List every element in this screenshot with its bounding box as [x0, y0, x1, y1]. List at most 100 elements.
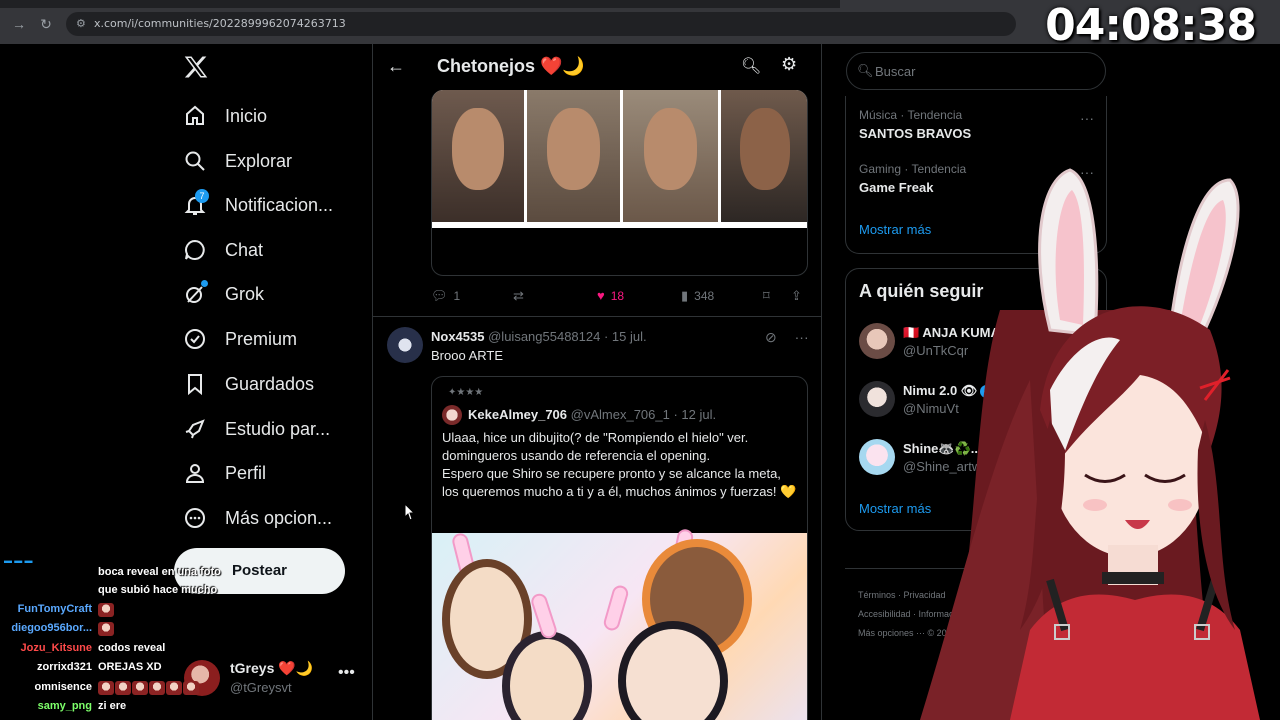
nav-label: Explorar	[225, 150, 293, 171]
rocket-icon	[183, 417, 207, 441]
tweet-actions: 💬︎ 1 ⇄ ♥ 18 ▮ 348 ⌑ ⇪	[431, 288, 808, 306]
chat-username: samy_png	[37, 700, 92, 712]
emote-icon	[98, 681, 114, 695]
account-name: tGreys ❤️🌙	[230, 660, 314, 676]
tweet-text: Brooo ARTE	[431, 348, 504, 363]
views-icon: ▮	[681, 288, 689, 303]
chat-username: zorrixd321	[36, 661, 92, 673]
account-handle: @tGreysvt	[230, 680, 292, 695]
chat-text: codos reveal	[98, 642, 166, 654]
stream-timer: 04:08:38	[1045, 0, 1257, 51]
trend-item[interactable]: Música · Tendencia SANTOS BRAVOS	[859, 108, 971, 141]
search-input[interactable]: 🔍︎ Buscar	[846, 52, 1106, 90]
chat-emotes	[98, 622, 115, 636]
like-count: 18	[610, 288, 625, 303]
grok-icon[interactable]: ⊘	[765, 329, 777, 345]
new-dot	[201, 280, 208, 287]
nav-notifications[interactable]: 7 Notificacion...	[183, 189, 333, 220]
verified-badge-icon	[183, 327, 207, 351]
emote-icon	[183, 681, 199, 695]
quote-text: Ulaaa, hice un dibujito(? de "Rompiendo …	[442, 430, 797, 499]
bookmark-button[interactable]: ⌑	[763, 288, 776, 304]
nav-explore[interactable]: Explorar	[183, 146, 292, 176]
quote-date: · 12 jul.	[673, 407, 717, 422]
nav-label: Grok	[225, 283, 265, 304]
chat-text: OREJAS XD	[98, 661, 162, 673]
nav-label: Premium	[225, 328, 298, 349]
reply-count: 1	[453, 289, 461, 303]
nav-more[interactable]: Más opcion...	[183, 503, 332, 533]
bookmark-icon: ⌑	[763, 288, 770, 303]
chat-username: diegoo956bor...	[11, 622, 92, 634]
bookmark-icon	[183, 372, 207, 396]
heart-icon: ♥	[597, 288, 605, 303]
home-icon	[183, 104, 207, 128]
reload-icon[interactable]: ↻	[38, 16, 54, 32]
nav-label: Guardados	[225, 373, 315, 394]
reply-button[interactable]: 💬︎ 1	[431, 288, 460, 304]
photo-collage	[432, 90, 807, 228]
nav-label: Más opcion...	[225, 507, 333, 528]
fanart-image[interactable]	[432, 527, 807, 720]
emote-icon	[132, 681, 148, 695]
tweet-media[interactable]	[431, 90, 808, 276]
chat-username: FunTomyCraft	[17, 603, 92, 615]
search-icon[interactable]: 🔍︎	[741, 56, 761, 76]
address-bar[interactable]: ⚙ x.com/i/communities/202289996207426371…	[66, 12, 1016, 36]
nav-profile[interactable]: Perfil	[183, 458, 266, 488]
forward-icon[interactable]: →	[11, 16, 27, 32]
nav-creator-studio[interactable]: Estudio par...	[183, 414, 330, 444]
chat-text: zi ere	[98, 700, 127, 712]
more-dots-icon[interactable]: ···	[1080, 110, 1094, 126]
nav-bookmarks[interactable]: Guardados	[183, 369, 314, 399]
repost-button[interactable]: ⇄	[513, 288, 530, 304]
more-dots-icon[interactable]: ···	[795, 329, 809, 345]
nav-label: Inicio	[225, 105, 268, 126]
emote-icon	[98, 603, 114, 617]
bell-icon: 7	[183, 189, 209, 217]
avatar[interactable]	[387, 327, 423, 363]
tweet-header-icons: ⊘ ···	[765, 329, 809, 346]
photo-face	[432, 90, 524, 222]
more-dots-icon[interactable]: •••	[338, 664, 355, 682]
tweet-header: Nox4535 @luisang55488124 · 15 jul.	[431, 329, 647, 344]
tweet-date[interactable]: · 15 jul.	[604, 329, 647, 344]
chat-bubble-icon	[183, 238, 207, 262]
quote-author-handle: @vAlmex_706_1	[570, 407, 670, 422]
main-timeline[interactable]: ← Chetonejos ❤️🌙 🔍︎ ⚙ 💬︎ 1 ⇄ ♥ 18 ▮ 348 ⌑ ⇪…	[372, 44, 822, 720]
trend-name: SANTOS BRAVOS	[859, 126, 972, 141]
chat-username: Jozu_Kitsune	[20, 642, 92, 654]
url-text: x.com/i/communities/2022899962074263713	[94, 17, 346, 30]
nav-chat[interactable]: Chat	[183, 235, 263, 265]
nav-home[interactable]: Inicio	[183, 101, 267, 131]
person-icon	[183, 461, 207, 485]
like-button[interactable]: ♥ 18	[597, 288, 624, 303]
nav-grok[interactable]: Grok	[183, 279, 264, 309]
share-icon: ⇪	[791, 288, 802, 303]
author-handle[interactable]: @luisang55488124	[488, 329, 600, 344]
nav-premium[interactable]: Premium	[183, 324, 297, 354]
search-icon	[183, 149, 207, 173]
trend-category: Música · Tendencia	[859, 108, 963, 122]
account-switcher[interactable]: tGreys ❤️🌙 @tGreysvt •••	[184, 658, 364, 698]
nav-label: Estudio par...	[225, 418, 331, 439]
chat-username: omnisence	[34, 681, 92, 693]
mouse-cursor-icon	[404, 503, 416, 521]
nav-label: Chat	[225, 239, 264, 260]
avatar	[442, 405, 462, 425]
chat-emotes	[98, 603, 115, 617]
x-logo-icon[interactable]	[183, 54, 209, 80]
back-arrow-icon[interactable]: ←	[387, 56, 405, 77]
emote-icon	[115, 681, 131, 695]
site-settings-icon[interactable]: ⚙	[76, 17, 90, 31]
quoted-tweet[interactable]: ✦★★★ KekeAlmey_706 @vAlmex_706_1 · 12 ju…	[431, 376, 808, 720]
views-button[interactable]: ▮ 348	[681, 288, 714, 304]
reply-icon: 💬︎	[431, 288, 448, 303]
share-button[interactable]: ⇪	[791, 288, 808, 304]
quote-author-name: KekeAlmey_706	[468, 407, 568, 422]
gear-icon[interactable]: ⚙	[781, 54, 797, 75]
author-name[interactable]: Nox4535	[431, 329, 484, 344]
view-count: 348	[694, 289, 715, 303]
repost-icon: ⇄	[513, 288, 524, 303]
emote-icon	[98, 622, 114, 636]
